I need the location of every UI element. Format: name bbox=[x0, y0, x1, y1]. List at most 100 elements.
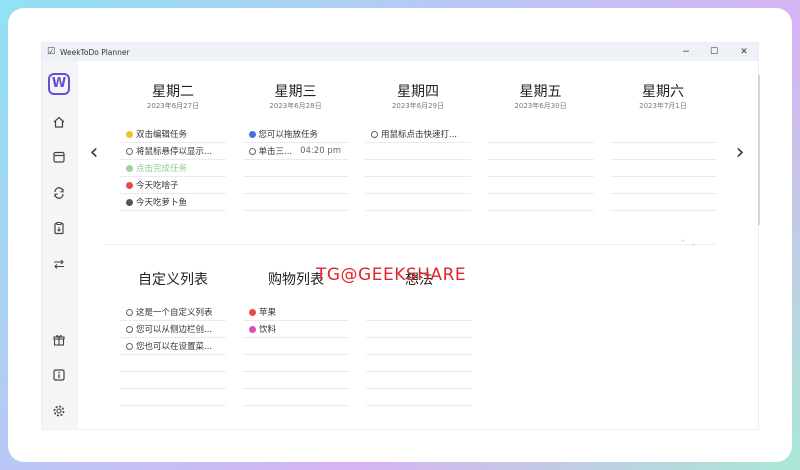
task-color-dot[interactable] bbox=[126, 147, 133, 155]
day-date: 2023年6月29日 bbox=[391, 102, 445, 110]
task-item[interactable]: 将鼠标悬停以显示... bbox=[120, 143, 226, 160]
titlebar: ☑ WeekToDo Planner − ☐ ✕ bbox=[42, 43, 758, 61]
task-color-dot[interactable] bbox=[126, 130, 133, 138]
task-item[interactable]: 今天吃萝卜鱼 bbox=[120, 194, 226, 211]
task-color-dot[interactable] bbox=[126, 325, 133, 333]
empty-task-slot[interactable] bbox=[365, 177, 471, 194]
maximize-button[interactable]: ☐ bbox=[702, 43, 726, 61]
empty-task-slot[interactable] bbox=[610, 177, 716, 194]
empty-task-slot[interactable] bbox=[487, 194, 594, 211]
empty-task-slot[interactable] bbox=[487, 160, 594, 177]
empty-task-slot[interactable] bbox=[610, 160, 716, 177]
empty-task-slot[interactable] bbox=[487, 126, 594, 143]
task-item[interactable]: 单击三... 04:20 pm bbox=[242, 143, 349, 160]
app-logo-icon: ☑ bbox=[47, 47, 56, 57]
collapse-toggle[interactable]: ⌃ ⌄ bbox=[679, 239, 697, 249]
empty-task-slot[interactable] bbox=[242, 194, 349, 211]
empty-task-slot[interactable] bbox=[366, 372, 472, 389]
task-text: 这是一个自定义列表 bbox=[136, 308, 213, 318]
task-color-dot[interactable] bbox=[248, 130, 256, 138]
previous-week-button[interactable]: ‹ bbox=[84, 137, 104, 167]
empty-task-slot[interactable] bbox=[366, 321, 472, 338]
task-text: 饮料 bbox=[259, 325, 277, 335]
task-item[interactable]: 今天吃啥子 bbox=[120, 177, 226, 194]
task-item[interactable]: 您可以从侧边栏创... bbox=[120, 321, 226, 338]
task-item[interactable]: 您也可以在设置菜... bbox=[120, 338, 226, 355]
watermark-text: TG@GEEKSHARE bbox=[316, 265, 467, 285]
empty-task-slot[interactable] bbox=[120, 355, 226, 372]
sync-icon[interactable] bbox=[50, 184, 68, 202]
empty-task-slot[interactable] bbox=[366, 389, 472, 406]
empty-task-slot[interactable] bbox=[243, 338, 349, 355]
empty-task-slot[interactable] bbox=[120, 372, 226, 389]
task-color-dot[interactable] bbox=[126, 198, 133, 206]
swap-icon[interactable] bbox=[50, 255, 68, 273]
empty-task-slot[interactable] bbox=[365, 194, 471, 211]
section-divider bbox=[104, 244, 716, 245]
close-button[interactable]: ✕ bbox=[732, 43, 756, 61]
task-color-dot[interactable] bbox=[248, 147, 256, 155]
task-item[interactable]: 这是一个自定义列表 bbox=[120, 304, 226, 321]
task-color-dot[interactable] bbox=[126, 181, 133, 189]
task-text: 您可以从侧边栏创... bbox=[136, 325, 213, 335]
empty-task-slot[interactable] bbox=[487, 177, 594, 194]
day-date: 2023年6月30日 bbox=[514, 102, 567, 110]
day-name: 星期六 bbox=[642, 84, 684, 100]
task-color-dot[interactable] bbox=[249, 308, 256, 316]
app-window: ☑ WeekToDo Planner − ☐ ✕ W ‹ › 星期二 2023年… bbox=[41, 42, 760, 430]
task-text: 单击三... bbox=[258, 147, 293, 157]
empty-task-slot[interactable] bbox=[120, 389, 226, 406]
list-name: 自定义列表 bbox=[138, 272, 208, 288]
task-text: 点击完成任务 bbox=[136, 164, 188, 174]
day-name: 星期三 bbox=[274, 84, 317, 100]
empty-task-slot[interactable] bbox=[610, 143, 716, 160]
empty-task-slot[interactable] bbox=[242, 177, 349, 194]
gift-icon[interactable] bbox=[50, 331, 68, 349]
task-color-dot[interactable] bbox=[371, 130, 378, 138]
clipboard-icon[interactable] bbox=[50, 219, 68, 237]
window-title: WeekToDo Planner bbox=[60, 47, 130, 57]
info-icon[interactable] bbox=[50, 366, 68, 384]
empty-task-slot[interactable] bbox=[610, 194, 716, 211]
task-color-dot[interactable] bbox=[126, 164, 133, 172]
task-time: 04:20 pm bbox=[300, 146, 341, 156]
task-text: 用鼠标点击快速打... bbox=[381, 130, 458, 140]
calendar-icon[interactable] bbox=[50, 148, 68, 166]
home-icon[interactable] bbox=[50, 113, 68, 131]
empty-task-slot[interactable] bbox=[365, 160, 471, 177]
task-item[interactable]: 饮料 bbox=[243, 321, 349, 338]
day-date: 2023年6月28日 bbox=[269, 102, 322, 110]
task-item[interactable]: 点击完成任务 bbox=[120, 160, 226, 177]
task-color-dot[interactable] bbox=[126, 308, 133, 316]
task-item[interactable]: 用鼠标点击快速打... bbox=[365, 126, 471, 143]
empty-task-slot[interactable] bbox=[366, 338, 472, 355]
task-text: 今天吃萝卜鱼 bbox=[136, 198, 188, 208]
empty-task-slot[interactable] bbox=[366, 355, 472, 372]
task-color-dot[interactable] bbox=[249, 325, 256, 333]
empty-task-slot[interactable] bbox=[366, 304, 472, 321]
weektodo-logo: W bbox=[48, 73, 70, 95]
empty-task-slot[interactable] bbox=[243, 389, 349, 406]
empty-task-slot[interactable] bbox=[243, 355, 349, 372]
next-week-button[interactable]: › bbox=[730, 137, 750, 167]
empty-task-slot[interactable] bbox=[242, 160, 349, 177]
empty-task-slot[interactable] bbox=[610, 126, 716, 143]
day-date: 2023年7月1日 bbox=[639, 102, 687, 110]
task-text: 苹果 bbox=[259, 308, 277, 318]
sidebar: W bbox=[42, 61, 78, 429]
day-date: 2023年6月27日 bbox=[146, 102, 200, 110]
task-text: 今天吃啥子 bbox=[136, 181, 179, 191]
scrollbar[interactable] bbox=[758, 75, 760, 225]
minimize-button[interactable]: − bbox=[674, 43, 698, 61]
day-name: 星期二 bbox=[152, 84, 194, 100]
task-item[interactable]: 您可以拖放任务 bbox=[242, 126, 349, 143]
day-name: 星期四 bbox=[397, 84, 439, 100]
empty-task-slot[interactable] bbox=[365, 143, 471, 160]
empty-task-slot[interactable] bbox=[487, 143, 594, 160]
task-item[interactable]: 双击编辑任务 bbox=[120, 126, 226, 143]
empty-task-slot[interactable] bbox=[243, 372, 349, 389]
task-item[interactable]: 苹果 bbox=[243, 304, 349, 321]
task-color-dot[interactable] bbox=[126, 342, 133, 350]
settings-icon[interactable] bbox=[50, 402, 68, 420]
day-name: 星期五 bbox=[519, 84, 562, 100]
